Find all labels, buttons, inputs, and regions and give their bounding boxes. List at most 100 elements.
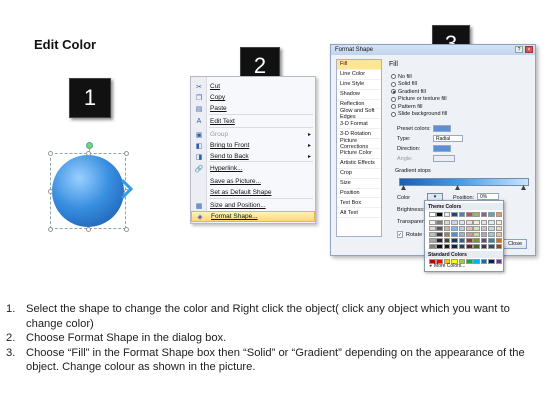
color-swatch[interactable] xyxy=(465,212,473,218)
category-item[interactable]: Picture Corrections xyxy=(337,138,381,150)
color-swatch[interactable] xyxy=(429,212,436,218)
color-swatch[interactable] xyxy=(443,212,451,218)
radio-button[interactable] xyxy=(391,81,396,87)
color-swatch[interactable] xyxy=(465,237,473,244)
color-swatch[interactable] xyxy=(488,243,495,250)
color-swatch[interactable] xyxy=(488,225,495,232)
resize-handle[interactable] xyxy=(124,227,129,232)
category-item[interactable]: Picture Color xyxy=(337,149,381,159)
fill-option[interactable]: No fill xyxy=(391,73,412,80)
color-swatch[interactable] xyxy=(480,237,488,244)
category-item[interactable]: Size xyxy=(337,179,381,189)
menu-item[interactable]: Set as Default Shape xyxy=(191,187,315,198)
resize-handle[interactable] xyxy=(48,151,53,156)
color-swatch[interactable] xyxy=(458,220,466,226)
color-swatch[interactable] xyxy=(451,237,458,244)
color-swatch[interactable] xyxy=(458,243,466,250)
category-item[interactable]: Line Style xyxy=(337,80,381,90)
color-swatch[interactable] xyxy=(495,231,503,238)
resize-handle[interactable] xyxy=(86,151,91,156)
color-swatch[interactable] xyxy=(443,225,451,232)
color-swatch[interactable] xyxy=(451,220,458,226)
color-swatch[interactable] xyxy=(451,212,458,218)
color-swatch[interactable] xyxy=(436,237,443,244)
color-swatch[interactable] xyxy=(465,231,473,238)
color-swatch[interactable] xyxy=(480,212,488,218)
type-dropdown[interactable]: Radial xyxy=(433,135,463,142)
color-swatch[interactable] xyxy=(465,243,473,250)
color-swatch[interactable] xyxy=(458,231,466,238)
fill-option[interactable]: Slide background fill xyxy=(391,111,447,118)
color-swatch[interactable] xyxy=(495,225,503,232)
preset-colors-dropdown[interactable] xyxy=(433,125,451,132)
category-item[interactable]: Crop xyxy=(337,169,381,179)
color-swatch[interactable] xyxy=(458,225,466,232)
menu-item[interactable]: ▦ Size and Position... xyxy=(191,200,315,211)
color-swatch[interactable] xyxy=(488,259,495,265)
rotate-checkbox[interactable]: ✓ xyxy=(397,231,403,238)
menu-item[interactable]: ◨ Send to Back ▸ xyxy=(191,151,315,162)
fill-option[interactable]: Solid fill xyxy=(391,81,417,88)
color-swatch[interactable] xyxy=(495,220,503,226)
close-button[interactable]: Close xyxy=(503,239,527,249)
fill-option[interactable]: Picture or texture fill xyxy=(391,96,447,103)
category-item[interactable]: Fill xyxy=(337,60,381,70)
radio-button[interactable] xyxy=(391,89,396,94)
rotation-handle[interactable] xyxy=(86,142,93,149)
menu-item[interactable]: A Edit Text xyxy=(191,116,315,127)
color-swatch[interactable] xyxy=(473,259,480,265)
color-swatch[interactable] xyxy=(480,231,488,238)
color-swatch[interactable] xyxy=(488,212,495,218)
category-item[interactable]: Shadow xyxy=(337,90,381,100)
menu-item[interactable]: ◈ Format Shape... xyxy=(191,211,315,222)
radio-button[interactable] xyxy=(391,111,396,117)
color-swatch[interactable] xyxy=(436,225,443,232)
color-swatch[interactable] xyxy=(488,220,495,226)
more-colors-link[interactable]: ◕ More Colors... xyxy=(429,263,465,269)
category-item[interactable]: Glow and Soft Edges xyxy=(337,108,381,120)
fill-option[interactable]: Pattern fill xyxy=(391,103,422,110)
color-swatch[interactable] xyxy=(429,237,436,244)
color-swatch[interactable] xyxy=(473,225,480,232)
color-swatch[interactable] xyxy=(436,220,443,226)
color-swatch[interactable] xyxy=(451,243,458,250)
color-swatch[interactable] xyxy=(436,212,443,218)
color-swatch[interactable] xyxy=(429,243,436,250)
color-swatch[interactable] xyxy=(473,237,480,244)
color-swatch[interactable] xyxy=(495,243,503,250)
color-swatch[interactable] xyxy=(465,225,473,232)
color-swatch[interactable] xyxy=(473,220,480,226)
color-swatch[interactable] xyxy=(480,259,488,265)
gradient-stops-bar[interactable] xyxy=(399,178,529,186)
category-item[interactable]: Position xyxy=(337,189,381,199)
radio-button[interactable] xyxy=(391,74,396,79)
color-swatch[interactable] xyxy=(429,231,436,238)
menu-item[interactable]: Save as Picture... xyxy=(191,176,315,187)
color-swatch[interactable] xyxy=(480,243,488,250)
color-swatch[interactable] xyxy=(465,220,473,226)
color-swatch[interactable] xyxy=(473,212,480,218)
direction-dropdown[interactable] xyxy=(433,145,451,152)
color-swatch[interactable] xyxy=(488,231,495,238)
help-icon[interactable]: ? xyxy=(515,46,523,53)
radio-button[interactable] xyxy=(391,96,396,102)
color-swatch[interactable] xyxy=(429,225,436,232)
color-swatch[interactable] xyxy=(458,212,466,218)
color-swatch[interactable] xyxy=(473,243,480,250)
selected-shape[interactable] xyxy=(44,140,136,232)
color-swatch[interactable] xyxy=(436,231,443,238)
resize-handle[interactable] xyxy=(48,189,53,194)
resize-handle[interactable] xyxy=(86,227,91,232)
color-swatch[interactable] xyxy=(495,212,503,218)
color-swatch[interactable] xyxy=(458,237,466,244)
color-swatch[interactable] xyxy=(443,237,451,244)
menu-item[interactable]: ▤ Paste xyxy=(191,103,315,114)
category-item[interactable]: 3-D Format xyxy=(337,119,381,130)
color-swatch[interactable] xyxy=(473,231,480,238)
color-swatch[interactable] xyxy=(480,225,488,232)
color-swatch[interactable] xyxy=(488,237,495,244)
menu-item[interactable]: ✂ Cut xyxy=(191,81,315,92)
close-icon[interactable]: × xyxy=(525,46,533,53)
menu-item[interactable]: ◧ Bring to Front ▸ xyxy=(191,140,315,151)
blue-circle-shape[interactable] xyxy=(52,155,124,227)
